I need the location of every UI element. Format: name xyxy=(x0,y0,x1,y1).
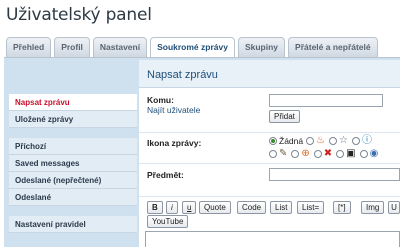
tab-bar: Přehled Profil Nastavení Soukromé zprávy… xyxy=(6,37,381,58)
fire-icon: ♨ xyxy=(316,135,325,146)
sidebar-item-rules[interactable]: Nastavení pravidel xyxy=(9,216,137,233)
page-title: Uživatelský panel xyxy=(6,5,152,25)
list-button[interactable]: List xyxy=(270,201,293,214)
icon-option-none[interactable]: Žádná xyxy=(269,136,303,146)
subject-label: Předmět: xyxy=(147,170,184,180)
list-item-button[interactable]: [*] xyxy=(333,201,351,214)
tab-overview[interactable]: Přehled xyxy=(6,37,52,57)
quote-button[interactable]: Quote xyxy=(199,201,231,214)
compose-heading: Napsat zprávu xyxy=(139,60,400,88)
error-icon: ✖ xyxy=(323,148,333,159)
radio-icon[interactable] xyxy=(269,150,277,158)
italic-button[interactable]: i xyxy=(166,201,178,214)
add-recipient-button[interactable]: Přidat xyxy=(269,110,300,123)
star-icon: ☆ xyxy=(338,135,348,146)
radio-icon[interactable] xyxy=(359,150,368,158)
url-button[interactable]: U xyxy=(388,201,400,214)
sidebar-item-saved[interactable]: Saved messages xyxy=(9,155,137,172)
subject-input[interactable] xyxy=(269,168,400,181)
sidebar-item-outbox[interactable]: Odeslané (nepřečtené) xyxy=(9,172,137,189)
find-user-link[interactable]: Najít uživatele xyxy=(147,105,200,115)
subject-row: Předmět: xyxy=(139,165,400,197)
radio-icon[interactable] xyxy=(306,137,314,145)
lifebuoy-icon: ⊕ xyxy=(301,148,310,159)
tab-private-messages[interactable]: Soukromé zprávy xyxy=(150,37,235,58)
tab-settings[interactable]: Nastavení xyxy=(92,37,148,57)
globe-icon: ◉ xyxy=(369,148,379,159)
sidebar-item-drafts[interactable]: Uložené zprávy xyxy=(9,111,137,128)
sidebar-item-compose[interactable]: Napsat zprávu xyxy=(9,94,137,111)
icon-option-fire[interactable]: ♨ ☆ ⓘ xyxy=(306,136,376,146)
tab-groups[interactable]: Skupiny xyxy=(237,37,286,57)
youtube-button[interactable]: YouTube xyxy=(147,215,189,228)
info-icon: ⓘ xyxy=(361,135,372,146)
bold-button[interactable]: B xyxy=(147,201,163,214)
icon-none-label: Žádná xyxy=(279,136,304,146)
underline-button[interactable]: u xyxy=(182,201,197,214)
radio-icon[interactable] xyxy=(336,150,345,158)
tab-friends-foes[interactable]: Přátelé a nepřátelé xyxy=(288,37,378,57)
radio-selected-icon[interactable] xyxy=(269,137,277,145)
tab-profile[interactable]: Profil xyxy=(54,37,90,57)
radio-icon[interactable] xyxy=(351,137,360,145)
recipient-label: Komu: xyxy=(147,95,174,105)
recipient-input[interactable] xyxy=(269,94,383,107)
radio-icon[interactable] xyxy=(313,150,322,158)
sidebar: Napsat zprávu Uložené zprávy Příchozí Sa… xyxy=(9,94,137,233)
sidebar-item-inbox[interactable]: Příchozí xyxy=(9,138,137,155)
radio-icon[interactable] xyxy=(291,150,300,158)
recipient-row: Komu: Najít uživatele Přidat xyxy=(139,89,400,133)
message-textarea[interactable] xyxy=(145,231,400,247)
pencil-icon: ✎ xyxy=(279,148,288,159)
disk-icon: ▣ xyxy=(346,148,356,159)
sidebar-item-sent[interactable]: Odeslané xyxy=(9,189,137,206)
code-button[interactable]: Code xyxy=(237,201,267,214)
ordered-list-button[interactable]: List= xyxy=(297,201,325,214)
message-icon-label: Ikona zprávy: xyxy=(147,138,202,148)
icon-option-row2[interactable]: ✎ ⊕ ✖ ▣ ◉ xyxy=(269,149,382,159)
radio-icon[interactable] xyxy=(328,137,337,145)
image-button[interactable]: Img xyxy=(361,201,385,214)
